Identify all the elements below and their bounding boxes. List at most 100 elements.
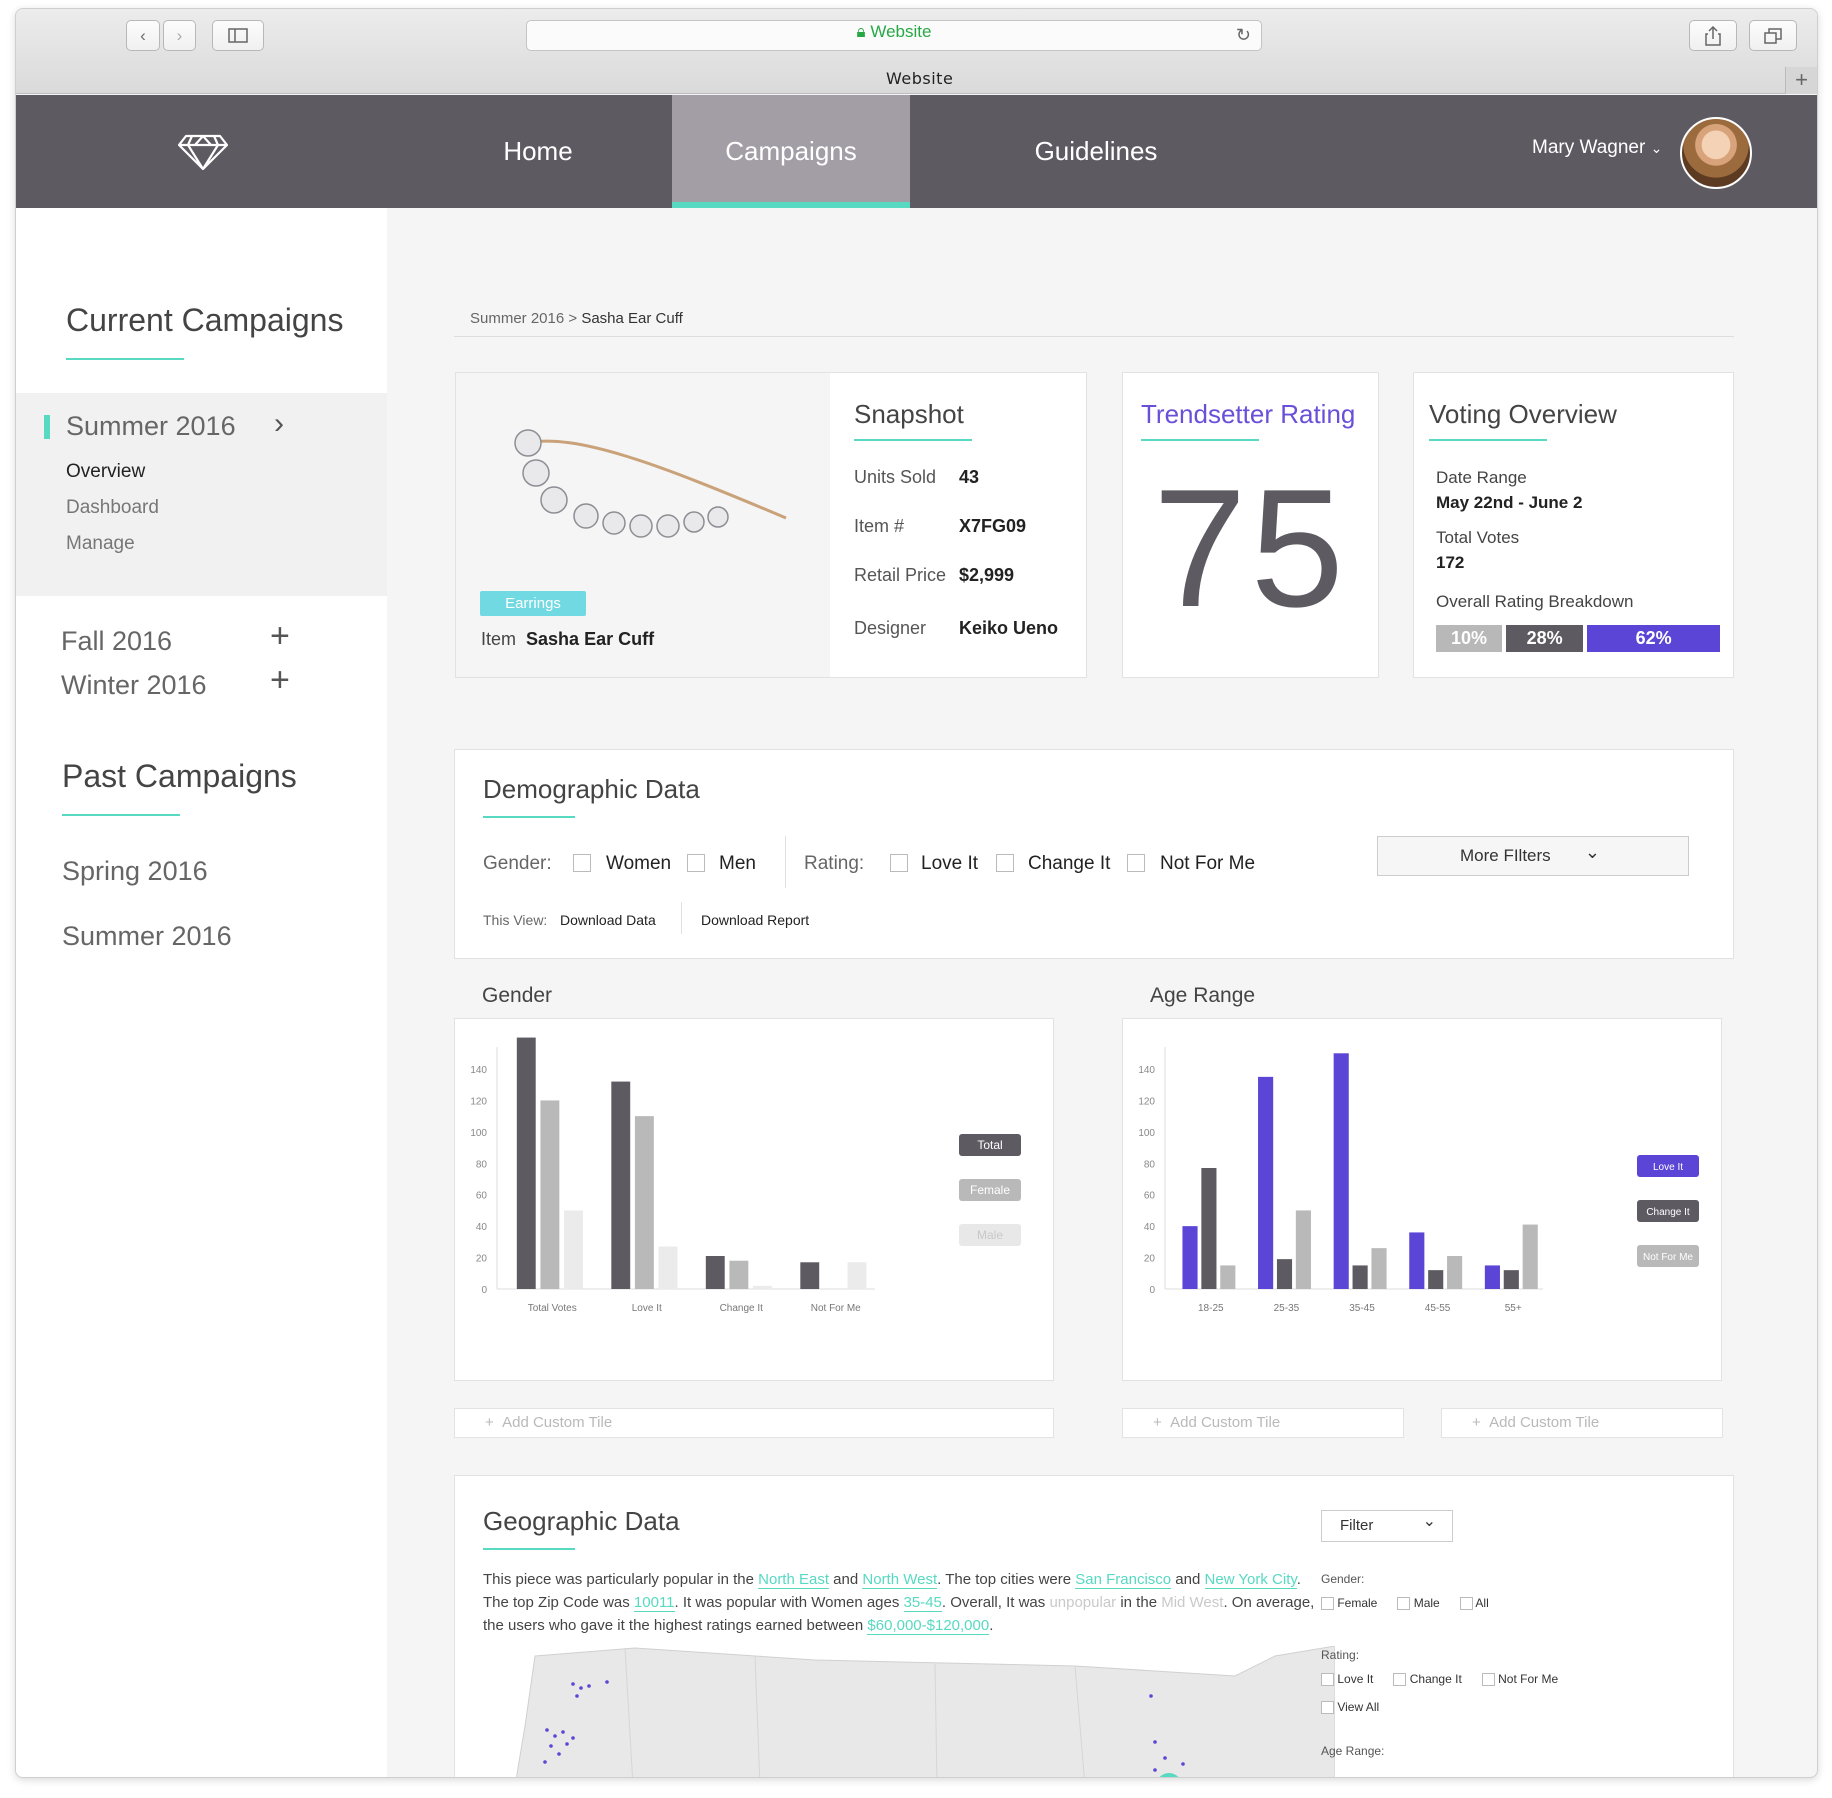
bar-change-it[interactable] bbox=[1276, 1259, 1293, 1289]
more-filters-dropdown[interactable]: More FIlters ⌄ bbox=[1377, 836, 1689, 876]
sidebar-item-winter-2016[interactable]: Winter 2016 bbox=[61, 670, 207, 701]
site-label: Website bbox=[870, 22, 932, 41]
legend-total[interactable]: Total bbox=[959, 1134, 1021, 1156]
expand-plus-icon[interactable]: + bbox=[270, 663, 290, 697]
bar-love-it[interactable] bbox=[1333, 1053, 1349, 1289]
change-it-checkbox[interactable] bbox=[996, 854, 1014, 872]
bar-not-for-me[interactable] bbox=[1371, 1248, 1387, 1289]
breadcrumb-current: Sasha Ear Cuff bbox=[581, 310, 683, 327]
legend-not-for-me[interactable]: Not For Me bbox=[1637, 1245, 1699, 1267]
sidebar-toggle-button[interactable] bbox=[212, 20, 264, 51]
add-custom-tile-button[interactable]: + Add Custom Tile bbox=[1122, 1408, 1404, 1438]
region-link[interactable]: North East bbox=[758, 1571, 830, 1589]
sidebar-item-fall-2016[interactable]: Fall 2016 bbox=[61, 626, 172, 657]
diamond-logo-icon[interactable] bbox=[178, 133, 228, 171]
nav-campaigns[interactable]: Campaigns bbox=[672, 95, 910, 208]
female-checkbox[interactable] bbox=[1321, 1597, 1334, 1611]
not-for-me-checkbox[interactable] bbox=[1481, 1673, 1495, 1687]
bar-love-it[interactable] bbox=[1258, 1076, 1274, 1289]
download-report-link[interactable]: Download Report bbox=[701, 912, 809, 928]
bar-not-for-me[interactable] bbox=[1295, 1210, 1311, 1289]
bar-change-it[interactable] bbox=[1201, 1168, 1217, 1289]
sidebar-item-summer-2016[interactable]: Summer 2016 bbox=[66, 411, 236, 442]
age-link[interactable]: 35-45 bbox=[903, 1594, 942, 1612]
love-it-checkbox[interactable] bbox=[1321, 1673, 1334, 1687]
view-all-checkbox[interactable] bbox=[1321, 1701, 1334, 1715]
us-map[interactable] bbox=[515, 1646, 1335, 1778]
bar-total[interactable] bbox=[705, 1256, 725, 1289]
breadcrumb-parent[interactable]: Summer 2016 > bbox=[470, 310, 577, 327]
sidebar-item-spring-2016[interactable]: Spring 2016 bbox=[62, 856, 208, 887]
title-underline bbox=[854, 439, 972, 441]
campaign-sidebar: Current Campaigns Summer 2016 › Overview… bbox=[16, 208, 387, 1777]
bar-female[interactable] bbox=[729, 1260, 749, 1289]
tab-title[interactable]: Website bbox=[886, 69, 953, 88]
bar-male[interactable] bbox=[847, 1262, 867, 1289]
sidebar-sub-overview[interactable]: Overview bbox=[66, 461, 145, 483]
men-checkbox[interactable] bbox=[687, 854, 705, 872]
city-link[interactable]: San Francisco bbox=[1075, 1571, 1172, 1589]
title-underline bbox=[483, 816, 575, 818]
legend-female[interactable]: Female bbox=[959, 1179, 1021, 1201]
all-checkbox[interactable] bbox=[1459, 1597, 1473, 1611]
zip-link[interactable]: 10011 bbox=[633, 1594, 675, 1612]
bar-change-it[interactable] bbox=[1352, 1265, 1368, 1289]
love-it-checkbox[interactable] bbox=[890, 854, 908, 872]
add-custom-tile-button[interactable]: + Add Custom Tile bbox=[1441, 1408, 1723, 1438]
gender-chart-card: 0 20 40 60 80 100 120 140 Total Votes Love It Chan… bbox=[454, 1018, 1054, 1381]
bar-female[interactable] bbox=[540, 1100, 560, 1289]
city-link[interactable]: New York City bbox=[1204, 1571, 1297, 1589]
total-votes-value: 172 bbox=[1436, 553, 1465, 572]
change-it-label: Change It bbox=[1409, 1672, 1462, 1686]
sidebar-item-summer-2016-past[interactable]: Summer 2016 bbox=[62, 921, 232, 952]
add-custom-tile-button[interactable]: + Add Custom Tile bbox=[454, 1408, 1054, 1438]
bar-change-it[interactable] bbox=[1503, 1270, 1519, 1289]
bar-male[interactable] bbox=[564, 1210, 583, 1289]
tabs-overview-button[interactable] bbox=[1749, 20, 1797, 51]
bar-total[interactable] bbox=[800, 1262, 820, 1289]
y-tick-label: 20 bbox=[476, 1254, 488, 1265]
reload-icon[interactable]: ↻ bbox=[1236, 25, 1251, 46]
not-for-me-checkbox[interactable] bbox=[1127, 854, 1145, 872]
change-it-checkbox[interactable] bbox=[1393, 1673, 1407, 1687]
bar-love-it[interactable] bbox=[1409, 1232, 1425, 1289]
legend-male[interactable]: Male bbox=[959, 1224, 1021, 1246]
download-data-link[interactable]: Download Data bbox=[560, 912, 656, 928]
bar-male[interactable] bbox=[658, 1246, 678, 1289]
legend-love-it[interactable]: Love It bbox=[1637, 1155, 1699, 1177]
category-tag: Earrings bbox=[480, 591, 586, 616]
new-tab-button[interactable]: + bbox=[1785, 67, 1817, 94]
forward-button[interactable]: › bbox=[163, 20, 196, 51]
avatar[interactable] bbox=[1680, 117, 1752, 189]
bar-not-for-me[interactable] bbox=[1220, 1265, 1236, 1289]
bar-love-it[interactable] bbox=[1182, 1226, 1198, 1289]
nav-home[interactable]: Home bbox=[428, 95, 648, 208]
bar-not-for-me[interactable] bbox=[1447, 1256, 1463, 1289]
bar-total[interactable] bbox=[611, 1081, 631, 1289]
bar-female[interactable] bbox=[634, 1116, 654, 1289]
view-all-label: View All bbox=[1337, 1700, 1380, 1714]
women-checkbox[interactable] bbox=[573, 854, 591, 872]
legend-change-it[interactable]: Change It bbox=[1637, 1200, 1699, 1222]
user-menu[interactable]: Mary Wagner ⌄ bbox=[1532, 137, 1662, 159]
sidebar-sub-dashboard[interactable]: Dashboard bbox=[66, 497, 159, 519]
current-campaigns-heading: Current Campaigns bbox=[66, 302, 344, 338]
nav-guidelines[interactable]: Guidelines bbox=[986, 95, 1206, 208]
address-bar[interactable]: 🔒︎ Website ↻ bbox=[526, 20, 1262, 51]
bar-male[interactable] bbox=[753, 1285, 772, 1289]
expand-plus-icon[interactable]: + bbox=[270, 619, 290, 653]
bar-total[interactable] bbox=[516, 1037, 536, 1289]
sidebar-sub-manage[interactable]: Manage bbox=[66, 533, 135, 555]
back-button[interactable]: ‹ bbox=[126, 20, 160, 51]
bar-change-it[interactable] bbox=[1428, 1270, 1444, 1289]
geo-rating-options: Love It Change It Not For Me bbox=[1321, 1672, 1558, 1687]
geo-filter-dropdown[interactable]: Filter ⌄ bbox=[1321, 1510, 1453, 1542]
male-checkbox[interactable] bbox=[1397, 1597, 1411, 1611]
bar-not-for-me[interactable] bbox=[1522, 1224, 1538, 1289]
income-link[interactable]: $60,000-$120,000 bbox=[867, 1617, 990, 1635]
region-link[interactable]: North West bbox=[862, 1571, 938, 1589]
share-button[interactable] bbox=[1689, 20, 1737, 51]
chevron-down-icon: ⌄ bbox=[1422, 1513, 1436, 1530]
chevron-right-icon[interactable]: › bbox=[274, 407, 284, 441]
bar-love-it[interactable] bbox=[1484, 1265, 1500, 1289]
